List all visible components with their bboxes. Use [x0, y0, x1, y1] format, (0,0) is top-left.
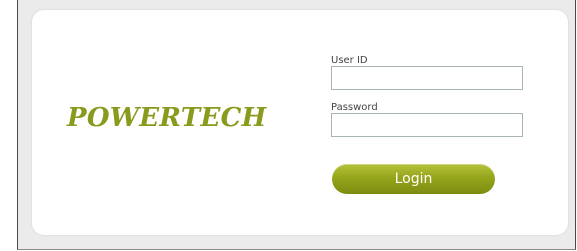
password-input[interactable]	[331, 113, 523, 137]
login-button[interactable]: Login	[332, 164, 495, 194]
user-id-label: User ID	[331, 55, 368, 66]
powertech-logo: POWERTECH	[67, 103, 267, 133]
password-label: Password	[331, 102, 378, 113]
user-id-input[interactable]	[331, 66, 523, 90]
